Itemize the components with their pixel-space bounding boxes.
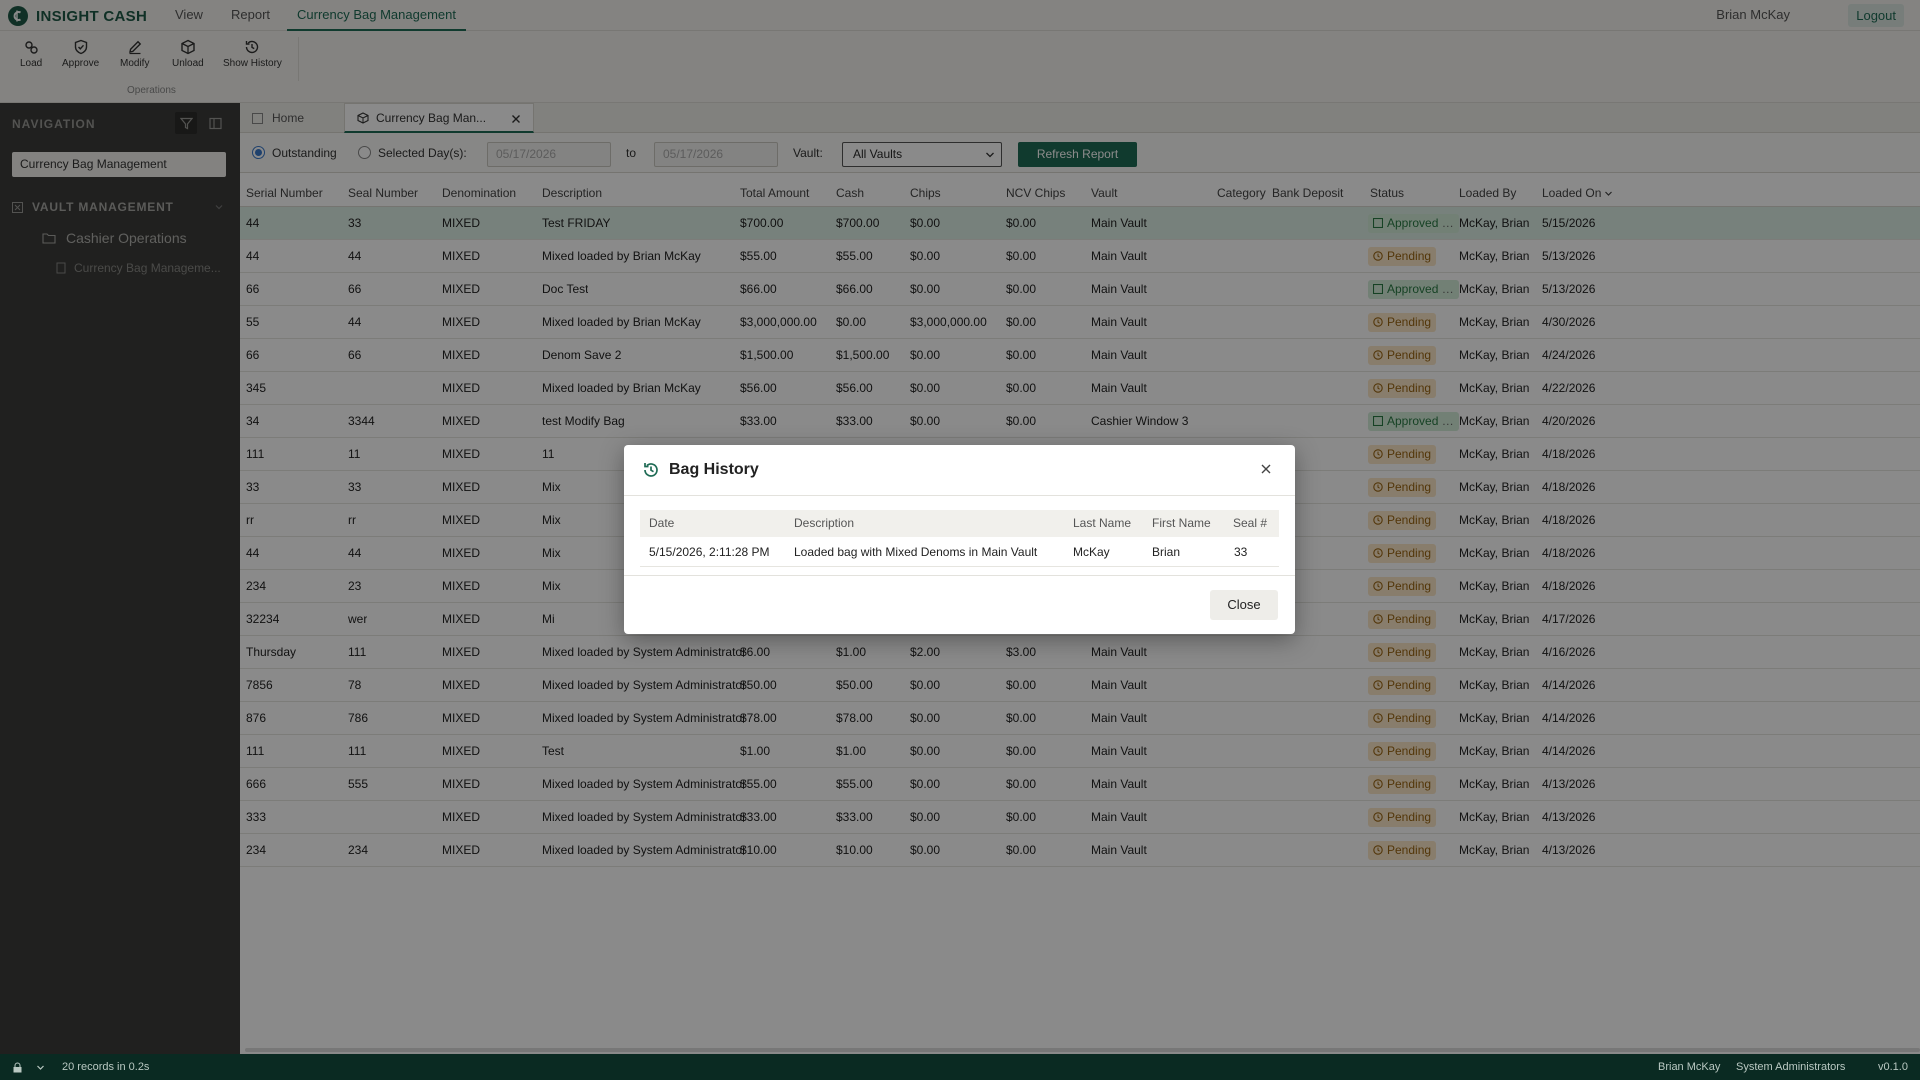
dialog-divider <box>624 495 1295 496</box>
app-version: v0.1.0 <box>1878 1061 1908 1073</box>
history-col-seal: Seal # <box>1233 516 1268 530</box>
history-col-description: Description <box>794 516 855 530</box>
close-button[interactable]: Close <box>1210 590 1278 620</box>
status-role: System Administrators <box>1736 1061 1846 1073</box>
history-col-date: Date <box>649 516 675 530</box>
records-count: 20 records in 0.2s <box>62 1061 150 1073</box>
history-row[interactable]: 5/15/2026, 2:11:28 PM Loaded bag with Mi… <box>640 537 1279 567</box>
close-icon[interactable] <box>1260 463 1272 475</box>
history-last-name: McKay <box>1073 545 1110 559</box>
history-seal: 33 <box>1234 545 1248 559</box>
history-col-last-name: Last Name <box>1073 516 1132 530</box>
history-table-header: Date Description Last Name First Name Se… <box>640 510 1279 537</box>
history-description: Loaded bag with Mixed Denoms in Main Vau… <box>794 545 1038 559</box>
chevron-down-icon[interactable] <box>36 1063 45 1074</box>
history-date: 5/15/2026, 2:11:28 PM <box>649 545 770 559</box>
history-icon <box>644 463 658 477</box>
history-col-first-name: First Name <box>1152 516 1211 530</box>
status-user: Brian McKay <box>1658 1061 1721 1073</box>
dialog-footer-divider <box>624 575 1295 576</box>
dialog-title: Bag History <box>669 461 759 478</box>
lock-icon <box>12 1062 23 1075</box>
history-first-name: Brian <box>1152 545 1181 559</box>
status-bar: 20 records in 0.2s Brian McKay System Ad… <box>0 1054 1920 1080</box>
bag-history-dialog: Bag History Date Description Last Name F… <box>624 445 1295 634</box>
